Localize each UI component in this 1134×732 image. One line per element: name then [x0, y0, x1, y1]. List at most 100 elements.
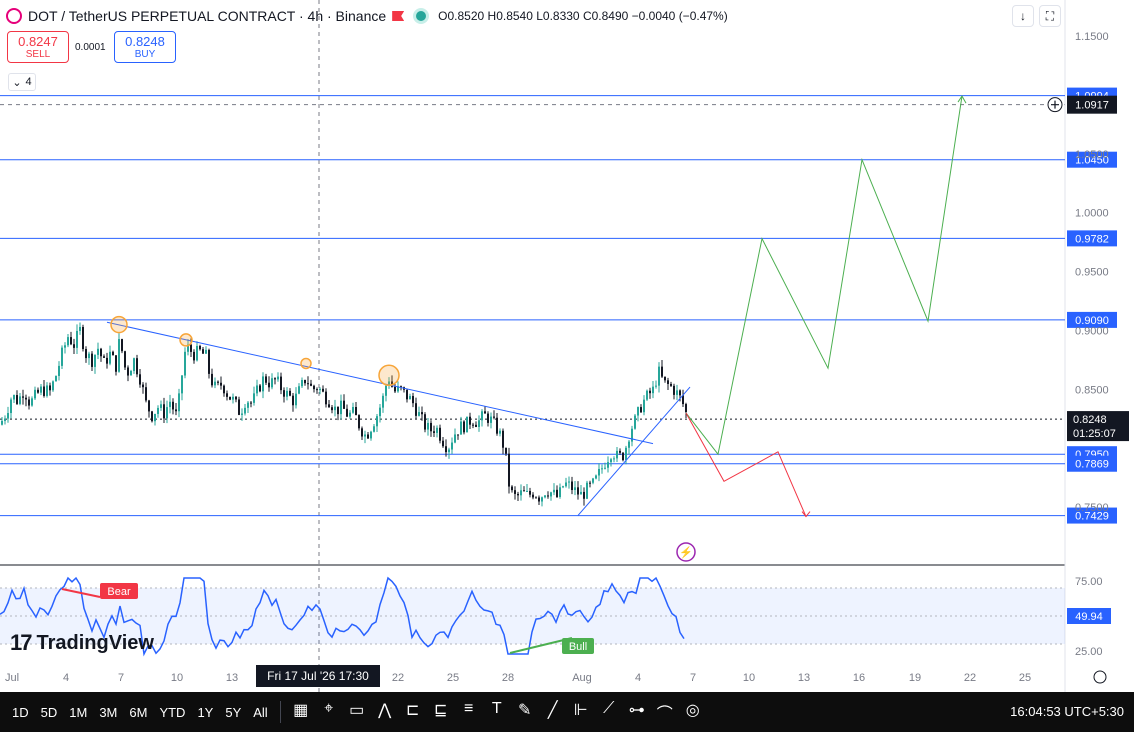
candle-body [313, 385, 315, 390]
candle-body [361, 428, 363, 437]
range-1y[interactable]: 1Y [191, 705, 219, 720]
candle-body [28, 399, 30, 406]
candle-body [355, 407, 357, 416]
target-icon[interactable]: ◎ [679, 700, 707, 724]
candle-body [46, 385, 48, 396]
candle-body [304, 379, 306, 384]
candle-body [661, 366, 663, 377]
channel-icon[interactable]: ≡ [455, 700, 483, 724]
anchor-icon[interactable]: ⊶ [623, 700, 651, 724]
candle-body [628, 441, 630, 448]
pattern-icon[interactable]: ⊑ [427, 700, 455, 724]
crosshair-time-label: Fri 17 Jul '26 17:30 [256, 665, 380, 687]
candle-body [541, 497, 543, 502]
symbol-title[interactable]: DOT / TetherUS PERPETUAL CONTRACT · 4h ·… [28, 8, 386, 24]
candle-body [211, 373, 213, 386]
polyline-icon[interactable]: ⋀ [371, 700, 399, 724]
candle-body [67, 337, 69, 346]
candle-body [316, 389, 318, 391]
range-5y[interactable]: 5Y [219, 705, 247, 720]
brush-icon[interactable]: ✎ [511, 700, 539, 724]
candle-body [31, 398, 33, 406]
rectangle-icon[interactable]: ▭ [343, 700, 371, 724]
bullish-projection-path [685, 96, 963, 456]
clock[interactable]: 16:04:53 UTC+5:30 [1010, 704, 1124, 719]
tv-logo-icon: 17 [10, 630, 33, 655]
indicators-toggle[interactable]: ⌄ 4 [8, 73, 36, 91]
candle-body [637, 407, 639, 416]
candle-body [109, 351, 111, 364]
candle-body [682, 395, 684, 405]
candle-body [457, 434, 459, 436]
range-6m[interactable]: 6M [123, 705, 153, 720]
x-tick-label: Aug [572, 672, 592, 684]
candle-body [610, 459, 612, 463]
swing-high-marker [378, 364, 400, 387]
flag-icon[interactable] [392, 11, 405, 21]
text-icon[interactable]: T [483, 700, 511, 724]
candle-body [499, 430, 501, 434]
candle-body [307, 383, 309, 385]
candle-body [292, 395, 294, 406]
candle-body [73, 344, 75, 348]
candle-body [514, 490, 516, 494]
candle-body [439, 427, 441, 441]
candle-body [424, 414, 426, 430]
candle-body [562, 486, 564, 488]
level-label: 0.7869 [1075, 459, 1109, 471]
fib-icon[interactable]: ⊏ [399, 700, 427, 724]
candle-body [160, 404, 162, 408]
candle-body [670, 383, 672, 386]
candle-body [583, 491, 585, 499]
y-tick-label: 1.1500 [1075, 31, 1109, 43]
tradingview-logo: 17 TradingView [10, 630, 154, 656]
candle-body [286, 390, 288, 397]
candle-body [613, 458, 615, 460]
candle-body [259, 385, 261, 392]
range-3m[interactable]: 3M [93, 705, 123, 720]
candle-body [154, 413, 156, 422]
price-chart[interactable]: 1.09941.04500.97820.90900.79500.78690.74… [0, 0, 1134, 692]
candle-body [250, 402, 252, 404]
candle-body [184, 351, 186, 376]
candle-body [82, 327, 84, 350]
crosshair-icon[interactable]: ⌖ [315, 700, 343, 724]
candle-body [646, 390, 648, 400]
sell-button[interactable]: 0.8247 SELL [7, 31, 69, 63]
candle-body [79, 327, 81, 331]
fullscreen-button[interactable]: ⛶ [1039, 5, 1061, 27]
candle-body [520, 490, 522, 496]
candle-body [193, 351, 195, 361]
candle-body [655, 385, 657, 387]
candle-body [43, 386, 45, 396]
candle-body [589, 482, 591, 484]
curve-icon[interactable]: ⌒ [651, 700, 679, 724]
range-all[interactable]: All [247, 705, 273, 720]
candle-body [235, 396, 237, 400]
candle-body [148, 400, 150, 412]
candle-body [241, 413, 243, 415]
calendar-icon[interactable]: ▦ [287, 700, 315, 724]
download-button[interactable]: ↓ [1012, 5, 1034, 27]
range-1d[interactable]: 1D [6, 705, 35, 720]
path-icon[interactable]: ⟋ [595, 700, 623, 724]
candle-body [571, 481, 573, 491]
ruler-icon[interactable]: ⊩ [567, 700, 595, 724]
y-tick-label: 0.7500 [1075, 502, 1109, 514]
candle-body [25, 397, 27, 400]
range-ytd[interactable]: YTD [153, 705, 191, 720]
range-5d[interactable]: 5D [35, 705, 64, 720]
candle-body [493, 416, 495, 418]
range-1m[interactable]: 1M [63, 705, 93, 720]
candle-body [490, 416, 492, 423]
rsi-tick-label: 25.00 [1075, 646, 1103, 658]
settings-gear-icon [1093, 670, 1107, 684]
buy-button[interactable]: 0.8248 BUY [114, 31, 176, 63]
bearish-projection-path [685, 412, 807, 517]
trendline-icon[interactable]: ╱ [539, 700, 567, 724]
arrow-down-icon: ↓ [1020, 9, 1026, 23]
candle-body [196, 345, 198, 361]
fullscreen-icon: ⛶ [1045, 8, 1055, 23]
candle-body [19, 396, 21, 404]
candle-body [373, 426, 375, 432]
